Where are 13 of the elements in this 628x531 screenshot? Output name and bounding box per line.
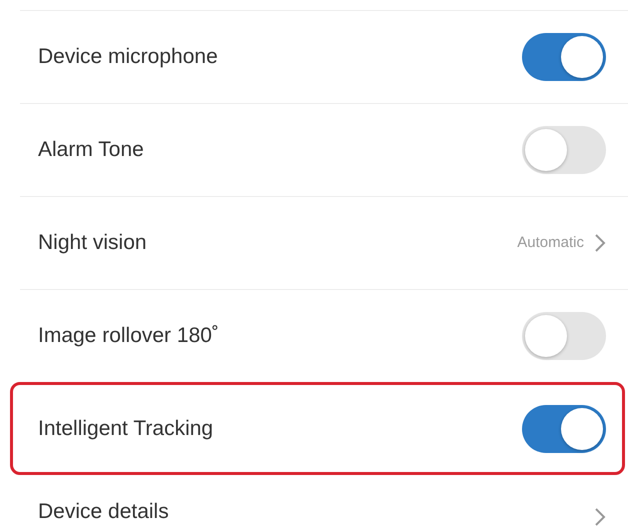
chevron-right-icon	[594, 233, 606, 253]
setting-label: Intelligent Tracking	[38, 416, 214, 442]
toggle-switch[interactable]	[522, 126, 606, 174]
setting-value: Automatic	[517, 232, 584, 253]
chevron-right-icon	[594, 507, 606, 527]
setting-label: Night vision	[38, 230, 148, 256]
toggle-switch[interactable]	[522, 312, 606, 360]
setting-label: Image rollover 180˚	[38, 323, 220, 350]
setting-label: Device microphone	[38, 44, 219, 70]
toggle-switch[interactable]	[522, 33, 606, 81]
toggle-switch[interactable]	[522, 404, 606, 452]
setting-label: Device details	[38, 498, 170, 524]
setting-label: Alarm Tone	[38, 137, 145, 164]
